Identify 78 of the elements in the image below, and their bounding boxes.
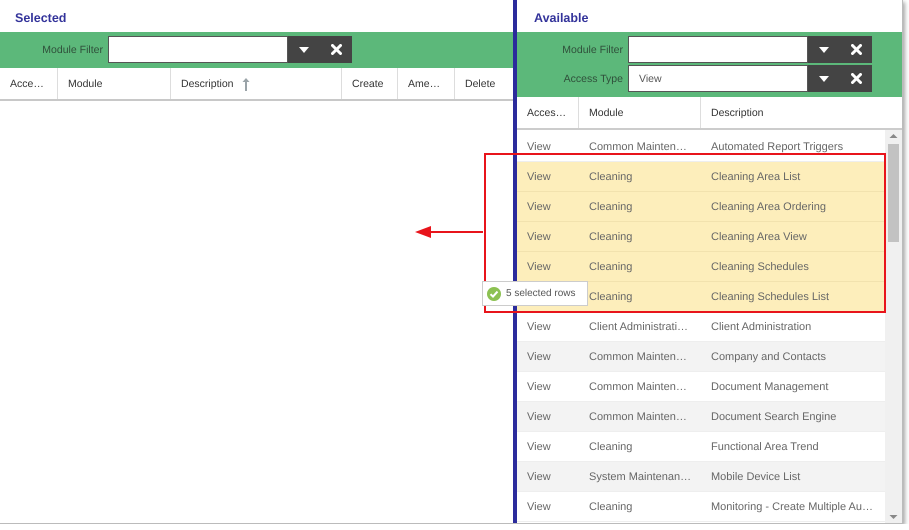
table-cell-text: Client Administrati… (588, 320, 690, 334)
table-cell-text: Cleaning Area Ordering (710, 200, 827, 214)
table-row[interactable]: View Common Mainten… Company and Contacts (517, 342, 885, 372)
column-header[interactable]: Description (171, 68, 342, 99)
dropdown-button[interactable] (808, 65, 840, 92)
input-field[interactable]: View (628, 65, 808, 92)
table-cell-text: Cleaning (588, 260, 634, 274)
input-field[interactable] (628, 36, 808, 63)
table-cell-text: View (526, 500, 552, 514)
table-cell-text: Cleaning (588, 200, 634, 214)
table-cell-text: Document Management (710, 380, 830, 394)
table-cell-text: Cleaning (588, 170, 634, 184)
dropdown-button[interactable] (288, 36, 320, 63)
table-cell-text: Cleaning (588, 500, 634, 514)
table-row[interactable]: View Common Mainten… Document Search Engine (517, 402, 885, 432)
table-cell-text: Cleaning (588, 230, 634, 244)
table-cell-text: Common Mainten… (588, 350, 688, 364)
clear-button[interactable] (840, 65, 872, 92)
input-field[interactable] (108, 36, 288, 63)
table-cell-text: Document Search Engine (710, 410, 838, 424)
table-cell-text: Cleaning (588, 440, 634, 454)
dropdown-button[interactable] (808, 36, 840, 63)
field-label: Access Type (562, 72, 624, 84)
panel-title: Available (533, 10, 590, 27)
table-cell-text: Company and Contacts (710, 350, 827, 364)
table-cell-text: Monitoring - Create Multiple Au… (710, 500, 874, 514)
table-cell-text: Common Mainten… (588, 380, 688, 394)
check-icon (487, 286, 501, 300)
column-header[interactable]: Module (579, 97, 701, 128)
caret-icon (819, 76, 829, 82)
table-row[interactable]: View Cleaning Cleaning Schedules (517, 252, 885, 282)
panel-title: Selected (14, 10, 68, 27)
column-header[interactable]: Acces… (517, 97, 579, 128)
column-header[interactable]: Ame… (398, 68, 455, 99)
close-icon (850, 44, 862, 55)
table-cell-text: Mobile Device List (710, 470, 802, 484)
table-cell-text: Cleaning (588, 290, 634, 304)
table-cell-text: Cleaning Schedules (710, 260, 810, 274)
table-row[interactable]: View Cleaning Cleaning Area Ordering (517, 192, 885, 222)
table-cell-text: View (526, 380, 552, 394)
table-cell-text: Client Administration (710, 320, 812, 334)
column-header[interactable]: Module (58, 68, 171, 99)
column-header[interactable]: Create (342, 68, 398, 99)
close-icon (330, 44, 342, 55)
column-header[interactable]: Description (701, 97, 902, 128)
table-cell-text: Common Mainten… (588, 410, 688, 424)
table-row[interactable]: View Cleaning Cleaning Area List (517, 162, 885, 192)
column-header[interactable]: Delete (455, 68, 513, 99)
table-cell-text: View (526, 440, 552, 454)
clear-button[interactable] (320, 36, 352, 63)
field-label: Module Filter (561, 44, 624, 56)
table-cell-text: System Maintenan… (588, 470, 692, 484)
table-cell-text: View (526, 320, 552, 334)
clear-button[interactable] (840, 36, 872, 63)
table-row[interactable]: View Cleaning Cleaning Area View (517, 222, 885, 252)
table-cell-text: Functional Area Trend (710, 440, 820, 454)
table-cell-text: View (526, 350, 552, 364)
table-cell-text: Cleaning Area View (710, 230, 808, 244)
table-cell-text: View (526, 410, 552, 424)
table-cell-text: View (526, 230, 552, 244)
table-cell-text: View (526, 170, 552, 184)
scrollbar-thumb[interactable] (888, 144, 899, 242)
table-cell-text: Cleaning Schedules List (710, 290, 830, 304)
table-cell-text: View (526, 200, 552, 214)
table-cell-text: View (526, 140, 552, 154)
arrow (415, 226, 485, 238)
close-icon (850, 73, 862, 84)
table-cell-text: Common Mainten… (588, 140, 688, 154)
field-label: Module Filter (41, 44, 104, 56)
scrollbar[interactable] (885, 130, 902, 523)
table-cell-text: View (526, 260, 552, 274)
column-header[interactable]: Acce… (0, 68, 58, 99)
caret-icon (299, 46, 309, 52)
table-cell-text: Automated Report Triggers (710, 140, 844, 154)
table-cell-text: View (526, 470, 552, 484)
table-row[interactable]: View System Maintenan… Mobile Device List (517, 462, 885, 492)
caret-icon (819, 46, 829, 52)
table-cell-text: Cleaning Area List (710, 170, 802, 184)
